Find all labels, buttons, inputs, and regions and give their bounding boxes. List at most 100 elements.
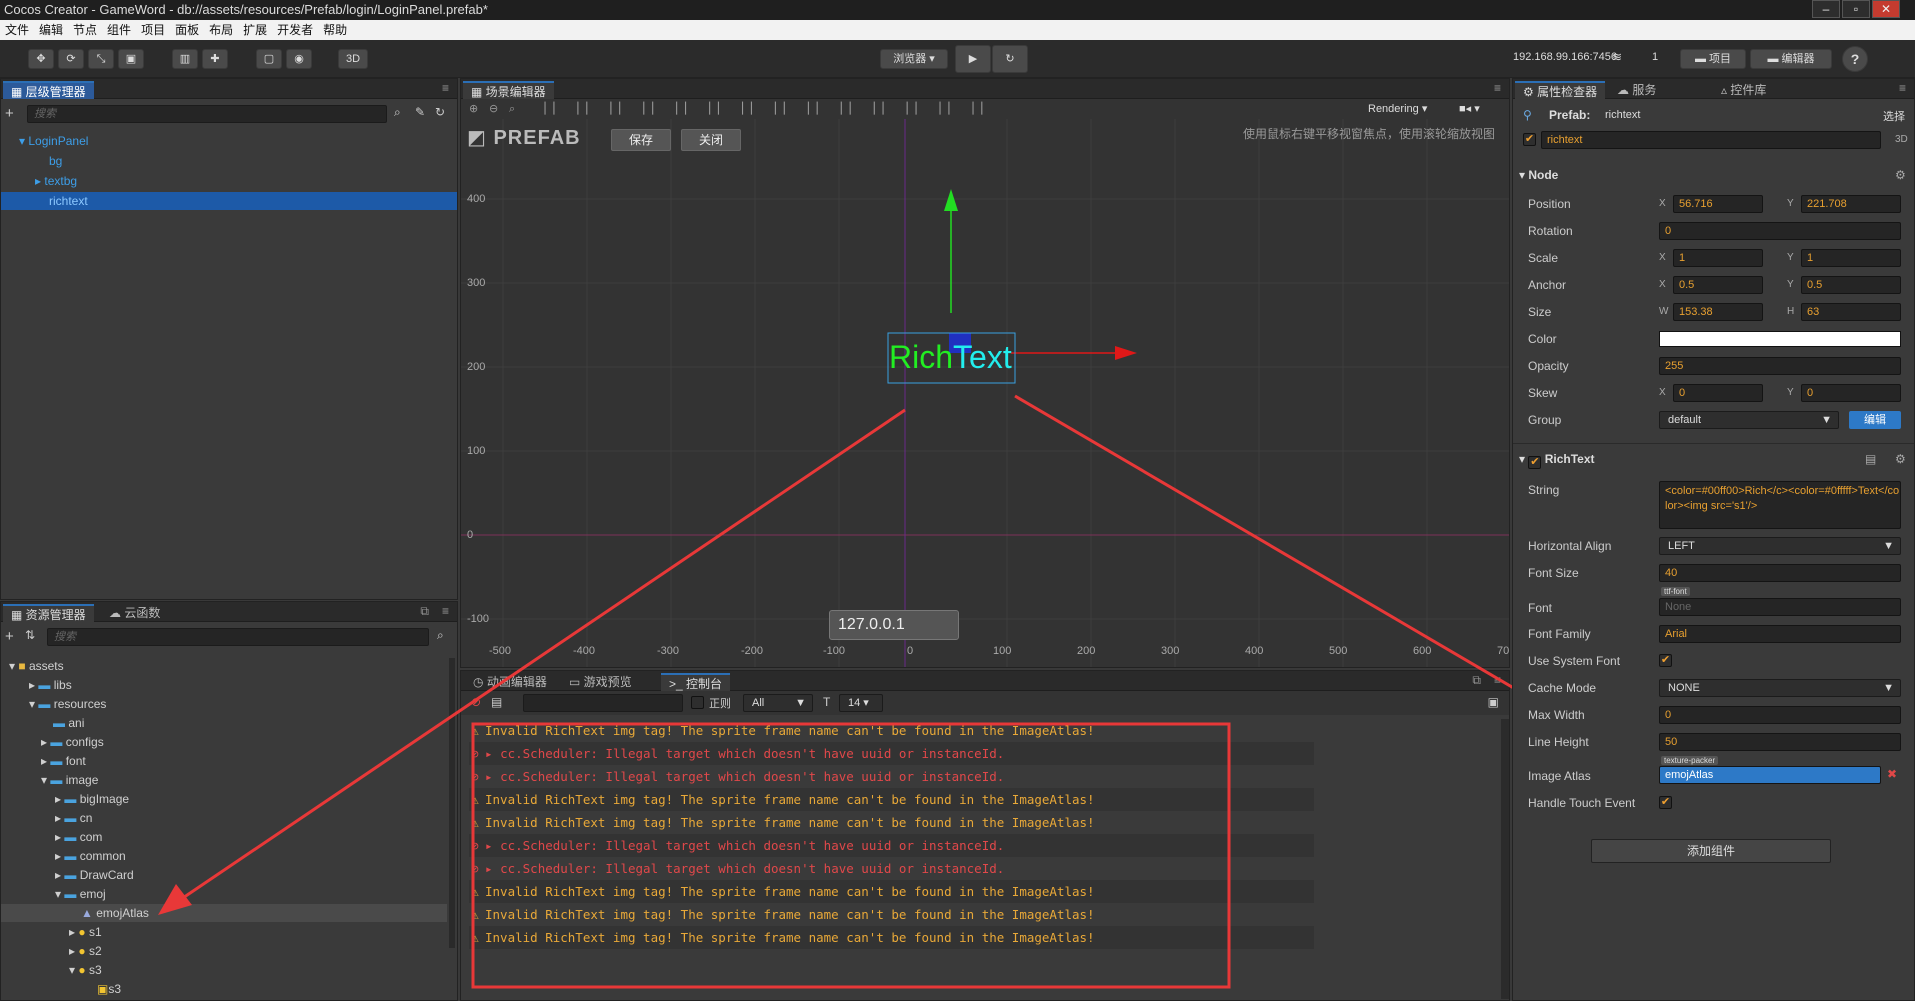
rect-tool-icon[interactable]: ▣ <box>118 49 144 69</box>
collapse-icon[interactable]: ▣ <box>1488 695 1499 709</box>
play-button[interactable]: ▶ <box>955 45 991 73</box>
zoom-fit-icon[interactable]: ⌕ <box>509 99 515 119</box>
camera-icon[interactable]: ■◂ ▾ <box>1459 99 1480 119</box>
search-icon[interactable]: ⌕ <box>437 628 444 643</box>
hierarchy-search-input[interactable]: 搜索 <box>27 105 387 123</box>
group-edit-button[interactable]: 编辑 <box>1849 411 1901 429</box>
scale-x-input[interactable]: 1 <box>1673 249 1763 267</box>
menu-help[interactable]: 帮助 <box>318 20 352 40</box>
asset-s2[interactable]: ▸ ● s2 <box>69 943 102 959</box>
menu-extension[interactable]: 扩展 <box>238 20 272 40</box>
gear-icon[interactable]: ⚙ <box>1895 168 1906 182</box>
asset-libs[interactable]: ▸ ▬ libs <box>29 677 72 693</box>
menu-panel[interactable]: 面板 <box>170 20 204 40</box>
assets-scrollbar[interactable] <box>449 658 455 948</box>
panel-menu-icon[interactable]: ≡ <box>1494 673 1501 687</box>
clear-atlas-icon[interactable]: ✖ <box>1887 767 1897 781</box>
node-section-header[interactable]: ▾ Node <box>1519 165 1558 185</box>
minimize-button[interactable]: – <box>1812 0 1840 18</box>
node-3d-toggle[interactable]: 3D <box>1895 134 1908 145</box>
asset-image[interactable]: ▾ ▬ image <box>41 772 98 788</box>
panel-menu-icon[interactable]: ≡ <box>442 604 449 618</box>
halign-select[interactable]: LEFT ▼ <box>1659 537 1901 555</box>
panel-menu-icon[interactable]: ≡ <box>1494 81 1501 95</box>
open-project-button[interactable]: ▬ 项目 <box>1680 49 1746 69</box>
opacity-input[interactable]: 255 <box>1659 357 1901 375</box>
maximize-button[interactable]: ▫ <box>1842 0 1870 18</box>
node-name-input[interactable]: richtext <box>1541 131 1881 149</box>
help-button[interactable]: ? <box>1842 46 1868 72</box>
anchor-x-input[interactable]: 0.5 <box>1673 276 1763 294</box>
tab-services[interactable]: ☁ 服务 <box>1609 81 1664 99</box>
asset-s3[interactable]: ▾ ● s3 <box>69 962 102 978</box>
log-entry[interactable]: ⊘ ▸ cc.Scheduler: Illegal target which do… <box>469 834 1314 857</box>
tab-assets[interactable]: ▦ 资源管理器 <box>3 604 94 622</box>
cache-mode-select[interactable]: NONE ▼ <box>1659 679 1901 697</box>
scene-canvas[interactable]: ◩ PREFAB 保存 关闭 使用鼠标右键平移视窗焦点，使用滚轮缩放视图 400… <box>461 119 1509 667</box>
richtext-enabled-checkbox[interactable]: ✔ <box>1528 456 1542 469</box>
log-entry[interactable]: ⊘ ▸ cc.Scheduler: Illegal target which do… <box>469 857 1314 880</box>
scale-y-input[interactable]: 1 <box>1801 249 1901 267</box>
log-file-icon[interactable]: ▤ <box>491 695 502 709</box>
skew-x-input[interactable]: 0 <box>1673 384 1763 402</box>
menu-component[interactable]: 组件 <box>102 20 136 40</box>
rotation-input[interactable]: 0 <box>1659 222 1901 240</box>
tab-animation-editor[interactable]: ◷ 动画编辑器 <box>465 673 555 691</box>
skew-y-input[interactable]: 0 <box>1801 384 1901 402</box>
log-entry[interactable]: ⊘ ▸ cc.Scheduler: Illegal target which do… <box>469 765 1314 788</box>
zoom-in-icon[interactable]: ⊕ <box>469 99 478 119</box>
log-entry[interactable]: ⚠ Invalid RichText img tag! The sprite fr… <box>469 811 1314 834</box>
add-node-icon[interactable]: + <box>5 105 14 122</box>
asset-s1[interactable]: ▸ ● s1 <box>69 924 102 940</box>
menu-node[interactable]: 节点 <box>68 20 102 40</box>
regex-checkbox[interactable] <box>691 696 704 709</box>
tree-node-bg[interactable]: bg <box>49 153 62 169</box>
image-atlas-field[interactable]: emojAtlas <box>1659 766 1881 784</box>
position-y-input[interactable]: 221.708 <box>1801 195 1901 213</box>
asset-cn[interactable]: ▸ ▬ cn <box>55 810 92 826</box>
tab-scene[interactable]: ▦ 场景编辑器 <box>463 81 554 99</box>
log-entry[interactable]: ⚠ Invalid RichText img tag! The sprite fr… <box>469 719 1314 742</box>
menu-file[interactable]: 文件 <box>0 20 34 40</box>
font-size-input[interactable]: 40 <box>1659 564 1901 582</box>
menu-project[interactable]: 项目 <box>136 20 170 40</box>
asset-font[interactable]: ▸ ▬ font <box>41 753 86 769</box>
log-entry[interactable]: ⚠ Invalid RichText img tag! The sprite fr… <box>469 903 1314 926</box>
asset-ani[interactable]: ▬ ani <box>53 715 84 731</box>
pivot-icon[interactable]: ▥ <box>172 49 198 69</box>
refresh-button[interactable]: ↻ <box>992 45 1028 73</box>
search-icon[interactable]: ⌕ <box>394 105 401 120</box>
mode-3d-button[interactable]: 3D <box>338 49 368 69</box>
line-height-input[interactable]: 50 <box>1659 733 1901 751</box>
sort-icon[interactable]: ⇅ <box>25 628 35 642</box>
popout-icon[interactable]: ⧉ <box>1472 673 1481 688</box>
richtext-node-preview[interactable]: RichText <box>889 335 1012 379</box>
asset-resources[interactable]: ▾ ▬ resources <box>29 696 106 712</box>
locate-icon[interactable]: ✎ <box>415 105 425 119</box>
scale-tool-icon[interactable]: ⤡ <box>88 49 114 69</box>
color-swatch[interactable] <box>1659 331 1901 347</box>
font-size-select[interactable]: 14 ▾ <box>839 694 883 712</box>
close-window-button[interactable]: ✕ <box>1872 0 1900 18</box>
font-asset-field[interactable]: None <box>1659 598 1901 616</box>
tree-node-loginpanel[interactable]: ▾ LoginPanel <box>19 133 88 149</box>
max-width-input[interactable]: 0 <box>1659 706 1901 724</box>
asset-s3-sprite[interactable]: ▣s3 <box>97 981 121 997</box>
asset-emojatlas[interactable]: ▲ emojAtlas <box>1 904 447 922</box>
richtext-section-header[interactable]: ▾ ✔ RichText <box>1519 449 1595 469</box>
gear-icon[interactable]: ⚙ <box>1895 452 1906 466</box>
anchor-y-input[interactable]: 0.5 <box>1801 276 1901 294</box>
transform-gizmo[interactable] <box>461 119 1509 667</box>
asset-bigimage[interactable]: ▸ ▬ bigImage <box>55 791 129 807</box>
prefab-select-button[interactable]: 选择 <box>1883 108 1905 124</box>
asset-com[interactable]: ▸ ▬ com <box>55 829 102 845</box>
preview-platform-select[interactable]: 浏览器 ▾ <box>880 49 948 69</box>
asset-common[interactable]: ▸ ▬ common <box>55 848 126 864</box>
tab-hierarchy[interactable]: ▦ 层级管理器 <box>3 81 94 99</box>
log-entry[interactable]: ⚠ Invalid RichText img tag! The sprite fr… <box>469 926 1314 949</box>
asset-drawcard[interactable]: ▸ ▬ DrawCard <box>55 867 134 883</box>
string-textarea[interactable]: <color=#00ff00>Rich</c><color=#0fffff>Te… <box>1659 481 1901 529</box>
log-entry[interactable]: ⚠ Invalid RichText img tag! The sprite fr… <box>469 788 1314 811</box>
position-x-input[interactable]: 56.716 <box>1673 195 1763 213</box>
panel-menu-icon[interactable]: ≡ <box>1899 81 1906 95</box>
